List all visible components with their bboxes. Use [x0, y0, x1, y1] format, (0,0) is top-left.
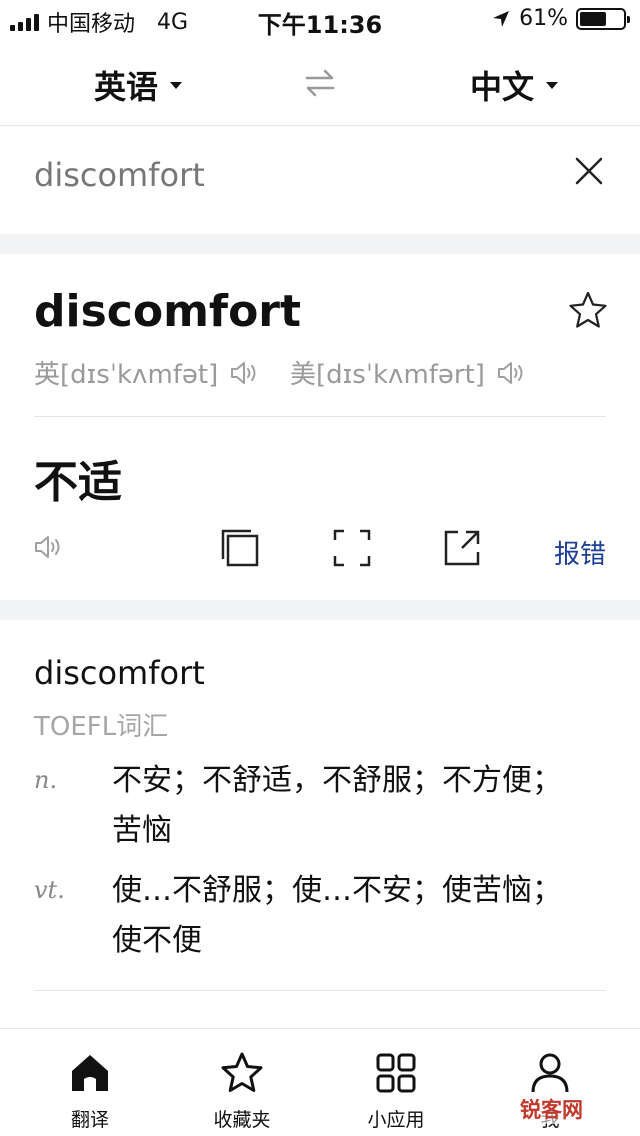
- battery-percent: 61%: [519, 6, 568, 31]
- status-bar: 中国移动 4G 下午11:36 61%: [0, 0, 640, 40]
- copy-icon[interactable]: [220, 528, 260, 568]
- nav-label: 小应用: [367, 1109, 425, 1131]
- report-error-link[interactable]: 报错: [554, 534, 606, 571]
- user-icon: [531, 1053, 569, 1093]
- definition: 使…不舒服；使…不安；使苦恼；使不便: [112, 873, 562, 958]
- battery-fill: [580, 11, 606, 26]
- section-separator: [0, 234, 640, 254]
- language-header: 英语 中文: [0, 44, 640, 126]
- caret-down-icon: [546, 81, 559, 89]
- location-arrow-icon: [493, 10, 510, 27]
- speaker-icon[interactable]: [497, 360, 527, 386]
- source-language-selector[interactable]: 英语: [94, 62, 183, 108]
- part-of-speech: n.: [34, 766, 58, 794]
- fullscreen-icon[interactable]: [332, 528, 372, 568]
- target-language-selector[interactable]: 中文: [470, 62, 559, 108]
- nav-item-mini-apps[interactable]: 小应用: [336, 1029, 456, 1136]
- status-right: 61%: [491, 6, 630, 31]
- nav-item-translate[interactable]: 翻译: [30, 1029, 150, 1136]
- target-language-label: 中文: [470, 68, 535, 106]
- dictionary-word: discomfort: [34, 654, 205, 692]
- headword: discomfort: [34, 286, 302, 337]
- uk-phonetic-text: 英[dɪsˈkʌmfət]: [34, 360, 219, 390]
- speaker-icon[interactable]: [230, 360, 260, 386]
- close-icon[interactable]: [574, 156, 604, 186]
- divider: [34, 416, 606, 417]
- nav-label: 翻译: [70, 1109, 109, 1131]
- speaker-icon[interactable]: [34, 534, 64, 560]
- star-icon: [221, 1052, 263, 1092]
- watermark: 锐客网: [518, 1094, 585, 1124]
- us-phonetic: 美[dɪsˈkʌmfərt]: [290, 354, 527, 391]
- favorite-star-icon[interactable]: [568, 290, 608, 330]
- search-input[interactable]: discomfort: [34, 156, 205, 194]
- source-language-label: 英语: [94, 68, 159, 106]
- nav-label: 收藏夹: [213, 1109, 271, 1131]
- dictionary-tag: TOEFL词汇: [34, 712, 169, 742]
- divider: [34, 990, 606, 991]
- share-icon[interactable]: [442, 528, 482, 568]
- part-of-speech: vt.: [34, 876, 65, 904]
- nav-item-favorites[interactable]: 收藏夹: [182, 1029, 302, 1136]
- translation-result: 不适: [34, 457, 122, 508]
- section-separator: [0, 600, 640, 620]
- us-phonetic-text: 美[dɪsˈkʌmfərt]: [290, 360, 485, 390]
- caret-down-icon: [170, 81, 183, 89]
- definition: 不安；不舒适，不舒服；不方便；苦恼: [112, 763, 562, 848]
- uk-phonetic: 英[dɪsˈkʌmfət]: [34, 354, 260, 391]
- home-icon: [72, 1055, 108, 1091]
- swap-languages-icon[interactable]: [304, 68, 336, 98]
- battery-icon: [576, 7, 630, 30]
- grid-icon: [376, 1053, 416, 1093]
- search-row: discomfort: [0, 128, 640, 234]
